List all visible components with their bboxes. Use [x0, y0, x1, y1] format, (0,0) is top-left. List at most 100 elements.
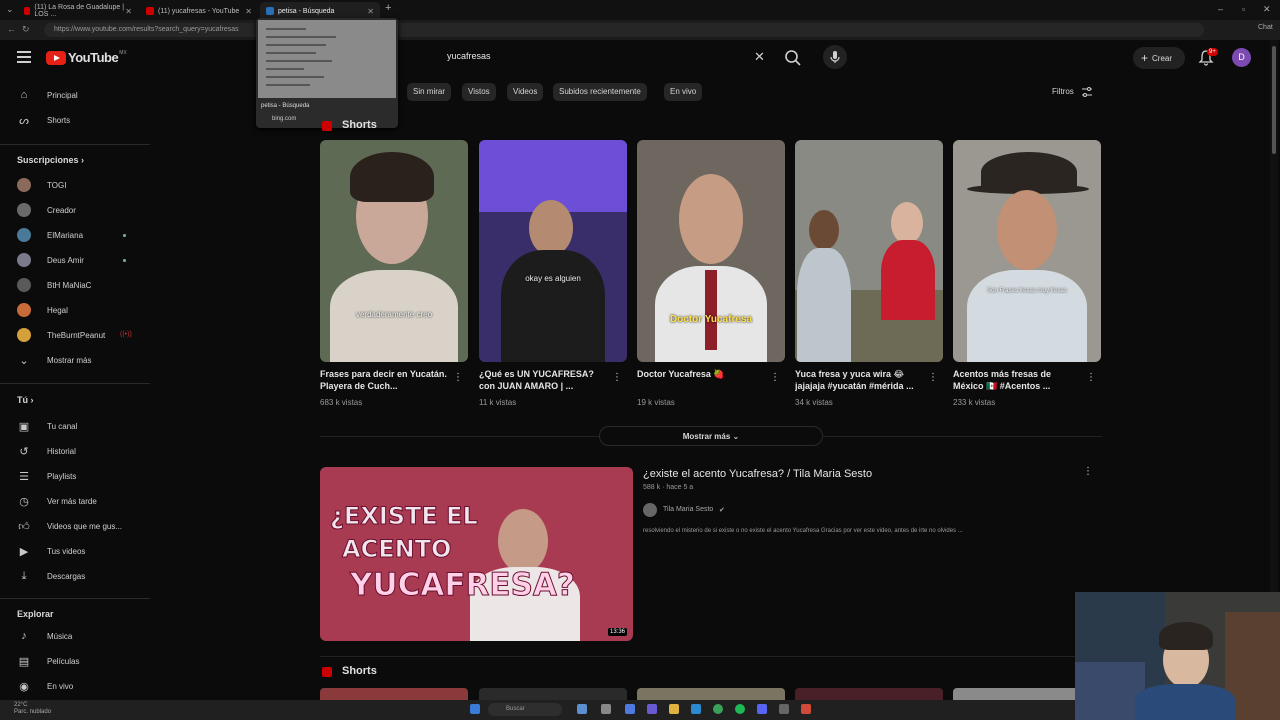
- subscriptions-heading[interactable]: Suscripciones ›: [17, 155, 84, 165]
- chip-en-vivo[interactable]: En vivo: [664, 83, 703, 101]
- short-title[interactable]: Acentos más fresas de México 🇲🇽 #Acentos…: [953, 368, 1081, 394]
- short-card[interactable]: Yuca fresa y yuca wira 😂 jajajaja #yucat…: [795, 140, 943, 407]
- close-window-icon[interactable]: ✕: [1263, 4, 1271, 15]
- short-thumbnail[interactable]: Son Frases fresas muy fresas: [953, 140, 1101, 362]
- sidebar-item-descargas[interactable]: ⤓ Descargas: [17, 566, 86, 586]
- sidebar-item-liked-videos[interactable]: 👍︎ Videos que me gus...: [17, 516, 122, 536]
- task-view-icon[interactable]: [577, 704, 587, 714]
- new-tab-icon[interactable]: +: [385, 2, 391, 14]
- more-actions-icon[interactable]: ⋮: [612, 372, 622, 383]
- sidebar-item-en-vivo[interactable]: ◉ En vivo: [17, 676, 73, 696]
- short-card[interactable]: Doctor Yucafresa Doctor Yucafresa 🍓 19 k…: [637, 140, 785, 407]
- short-thumbnail[interactable]: verdaderamente creo: [320, 140, 468, 362]
- chip-videos[interactable]: Videos: [507, 83, 544, 101]
- scrollbar-thumb[interactable]: [1272, 46, 1276, 154]
- short-thumbnail[interactable]: [795, 688, 943, 700]
- short-title[interactable]: Frases para decir en Yucatán. Playera de…: [320, 368, 448, 394]
- sidebar-item-ver-mas-tarde[interactable]: ◷ Ver más tarde: [17, 491, 97, 511]
- person-face: [529, 200, 573, 256]
- voice-search-button[interactable]: [823, 45, 847, 69]
- sidebar-sub-bth-maniac[interactable]: BtH MaNiaC: [17, 275, 91, 295]
- sidebar-sub-elmariana[interactable]: ElMariana: [17, 225, 83, 245]
- short-card[interactable]: Son Frases fresas muy fresas Acentos más…: [953, 140, 1101, 407]
- short-thumbnail[interactable]: [795, 140, 943, 362]
- sidebar-item-peliculas[interactable]: ▤ Películas: [17, 651, 80, 671]
- video-title[interactable]: ¿existe el acento Yucafresa? / Tila Mari…: [643, 468, 872, 480]
- close-tab-icon[interactable]: ✕: [367, 7, 374, 16]
- edge-icon[interactable]: [691, 704, 701, 714]
- sidebar-sub-hegal[interactable]: Hegal: [17, 300, 68, 320]
- close-tab-icon[interactable]: ✕: [245, 7, 252, 16]
- sidebar-sub-togi[interactable]: TOGI: [17, 175, 66, 195]
- channel-avatar: [17, 228, 31, 242]
- sidebar-item-historial[interactable]: ↺ Historial: [17, 441, 76, 461]
- short-thumbnail[interactable]: [320, 688, 468, 700]
- minimize-icon[interactable]: –: [1218, 4, 1223, 14]
- filters-icon[interactable]: [1081, 86, 1093, 98]
- sidebar-item-musica[interactable]: ♪ Música: [17, 626, 72, 646]
- more-actions-icon[interactable]: ⋮: [928, 372, 938, 383]
- more-actions-icon[interactable]: ⋮: [1086, 372, 1096, 383]
- sidebar-item-tu-canal[interactable]: ▣ Tu canal: [17, 416, 78, 436]
- back-icon[interactable]: ←: [7, 24, 16, 34]
- search-box[interactable]: yucafresas ✕: [438, 45, 778, 69]
- short-thumbnail[interactable]: [637, 688, 785, 700]
- clear-search-icon[interactable]: ✕: [754, 49, 765, 65]
- teams-icon[interactable]: [647, 704, 657, 714]
- short-title[interactable]: Yuca fresa y yuca wira 😂 jajajaja #yucat…: [795, 368, 923, 394]
- refresh-icon[interactable]: ↻: [22, 24, 30, 35]
- short-caption: Son Frases fresas muy fresas: [987, 288, 1067, 294]
- short-thumbnail[interactable]: okay es alguien: [479, 140, 627, 362]
- browser-tab-2[interactable]: (11) yucafresas - YouTube ✕: [140, 2, 258, 20]
- sidebar-item-shorts[interactable]: ᔕ Shorts: [17, 110, 70, 130]
- menu-icon[interactable]: [17, 51, 31, 63]
- chip-vistos[interactable]: Vistos: [462, 83, 496, 101]
- search-icon[interactable]: [783, 48, 803, 68]
- more-actions-icon[interactable]: ⋮: [1083, 466, 1093, 477]
- you-heading[interactable]: Tú ›: [17, 395, 34, 405]
- short-card[interactable]: verdaderamente creo Frases para decir en…: [320, 140, 468, 407]
- sidebar-item-principal[interactable]: ⌂ Principal: [17, 85, 78, 105]
- close-tab-icon[interactable]: ✕: [125, 7, 132, 16]
- discord-icon[interactable]: [757, 704, 767, 714]
- sidebar-sub-creador[interactable]: Creador: [17, 200, 76, 220]
- file-explorer-icon[interactable]: [669, 704, 679, 714]
- video-thumbnail[interactable]: ¿EXISTE EL ACENTO YUCAFRESA? 13:36: [320, 467, 633, 641]
- more-actions-icon[interactable]: ⋮: [453, 372, 463, 383]
- spotify-icon[interactable]: [735, 704, 745, 714]
- channel-name[interactable]: Tila Maria Sesto: [663, 506, 713, 513]
- short-thumbnail[interactable]: Doctor Yucafresa: [637, 140, 785, 362]
- app-icon[interactable]: [801, 704, 811, 714]
- filters-button[interactable]: Filtros: [1052, 87, 1074, 96]
- channel-avatar[interactable]: [643, 503, 657, 517]
- chat-label[interactable]: Chat: [1258, 24, 1273, 31]
- short-title[interactable]: Doctor Yucafresa 🍓: [637, 368, 765, 394]
- youtube-logo[interactable]: YouTube MX: [46, 50, 127, 65]
- sidebar-item-tus-videos[interactable]: ▶ Tus videos: [17, 541, 86, 561]
- search-input[interactable]: yucafresas: [447, 51, 491, 61]
- sidebar-sub-theburntpeanut[interactable]: TheBurntPeanut: [17, 325, 105, 345]
- short-title[interactable]: ¿Qué es UN YUCAFRESA? con JUAN AMARO | .…: [479, 368, 607, 394]
- browser-tab-1[interactable]: (11) La Rosa de Guadalupe | LOS ... ✕: [18, 2, 138, 20]
- sidebar-show-more[interactable]: ⌄ Mostrar más: [17, 350, 91, 370]
- taskbar-search[interactable]: Buscar: [488, 703, 562, 716]
- create-button[interactable]: + Crear: [1133, 47, 1185, 69]
- weather-widget[interactable]: 22°C Parc. nublado: [14, 702, 51, 716]
- widgets-icon[interactable]: [601, 704, 611, 714]
- sidebar-item-playlists[interactable]: ☰ Playlists: [17, 466, 76, 486]
- app-icon[interactable]: [779, 704, 789, 714]
- more-actions-icon[interactable]: ⋮: [770, 372, 780, 383]
- short-thumbnail[interactable]: [479, 688, 627, 700]
- maximize-icon[interactable]: ▫: [1242, 4, 1245, 14]
- address-bar[interactable]: https://www.youtube.com/results?search_q…: [44, 23, 1204, 37]
- account-avatar[interactable]: D: [1232, 48, 1251, 67]
- short-card[interactable]: okay es alguien ¿Qué es UN YUCAFRESA? co…: [479, 140, 627, 407]
- show-more-button[interactable]: Mostrar más ⌄: [599, 426, 823, 446]
- chrome-icon[interactable]: [713, 704, 723, 714]
- chip-sin-mirar[interactable]: Sin mirar: [407, 83, 452, 101]
- app-icon[interactable]: [625, 704, 635, 714]
- start-icon[interactable]: [470, 704, 480, 714]
- chip-subidos-recientemente[interactable]: Subidos recientemente: [553, 83, 647, 101]
- sidebar-sub-deus-amir[interactable]: Deus Amir: [17, 250, 84, 270]
- tab-menu-icon[interactable]: ⌄: [6, 4, 14, 15]
